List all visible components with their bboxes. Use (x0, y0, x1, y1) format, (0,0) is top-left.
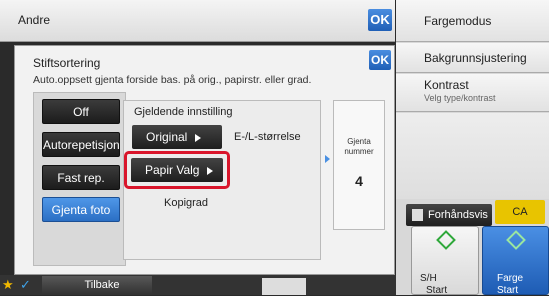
start-color-diamond-icon (506, 230, 526, 250)
check-icon[interactable]: ✓ (20, 276, 38, 294)
kontrast-sublabel: Velg type/kontrast (424, 93, 496, 103)
top-ok-button[interactable]: OK (368, 9, 392, 31)
arrow-right-icon (195, 133, 202, 142)
back-button[interactable]: Tilbake (42, 276, 152, 294)
current-setting-label: Gjeldende innstilling (134, 106, 233, 118)
repeat-value: 4 (355, 173, 363, 189)
link-arrow-icon (325, 155, 330, 163)
bottom-center-tab[interactable] (262, 278, 306, 295)
start-color-button[interactable]: Farge Start (482, 226, 549, 296)
menu-bakgrunnsjustering[interactable]: Bakgrunnsjustering (396, 43, 549, 73)
start-diamond-icon (436, 230, 456, 250)
arrow-right-icon (207, 166, 214, 175)
menu-fargemodus[interactable]: Fargemodus (396, 0, 549, 42)
start-color-label: Farge (497, 273, 524, 284)
ca-button[interactable]: CA (495, 200, 545, 224)
repeat-number-box[interactable]: Gjenta nummer 4 (333, 100, 385, 230)
copy-level-label: Kopigrad (164, 197, 209, 209)
original-value: E-/L-størrelse (234, 131, 301, 143)
paper-select-button[interactable]: Papir Valg (131, 158, 223, 182)
dialog-ok-button[interactable]: OK (369, 50, 391, 70)
top-title: Andre (18, 13, 51, 27)
paper-highlight-frame: Papir Valg (124, 151, 230, 189)
mode-gjenta-foto-button[interactable]: Gjenta foto (42, 197, 120, 222)
start-bw-button[interactable]: S/H Start (411, 226, 479, 296)
paper-select-label: Papir Valg (145, 163, 200, 177)
kontrast-label: Kontrast (424, 78, 469, 92)
dialog-subtitle: Auto.oppsett gjenta forside bas. på orig… (33, 74, 312, 86)
start-bw-label: S/H (420, 273, 437, 284)
mode-autorepetisjon-button[interactable]: Autorepetisjon (42, 132, 120, 157)
original-label: Original (146, 130, 188, 144)
star-icon[interactable]: ★ (2, 278, 16, 292)
original-button[interactable]: Original (132, 125, 222, 149)
menu-kontrast[interactable]: Kontrast Velg type/kontrast (396, 74, 549, 112)
mode-off-button[interactable]: Off (42, 99, 120, 124)
start-color-sublabel: Start (497, 285, 519, 296)
stiftsortering-dialog: Stiftsortering Auto.oppsett gjenta forsi… (14, 45, 395, 275)
current-setting-panel: Gjeldende innstilling Original E-/L-stør… (123, 100, 321, 260)
preview-label: Forhåndsvis (428, 209, 488, 221)
right-empty-area (396, 113, 549, 199)
mode-fast-rep-button[interactable]: Fast rep. (42, 165, 120, 190)
repeat-label: Gjenta nummer (344, 137, 374, 156)
start-bw-sublabel: Start (426, 285, 448, 296)
preview-button[interactable]: Forhåndsvis (406, 204, 492, 226)
preview-icon (412, 209, 423, 221)
top-bar: Andre OK (0, 0, 395, 42)
dialog-title: Stiftsortering (33, 56, 101, 70)
bottom-bar: ★ ✓ Tilbake (0, 275, 396, 295)
mode-panel: Off Autorepetisjon Fast rep. Gjenta foto (33, 92, 126, 266)
